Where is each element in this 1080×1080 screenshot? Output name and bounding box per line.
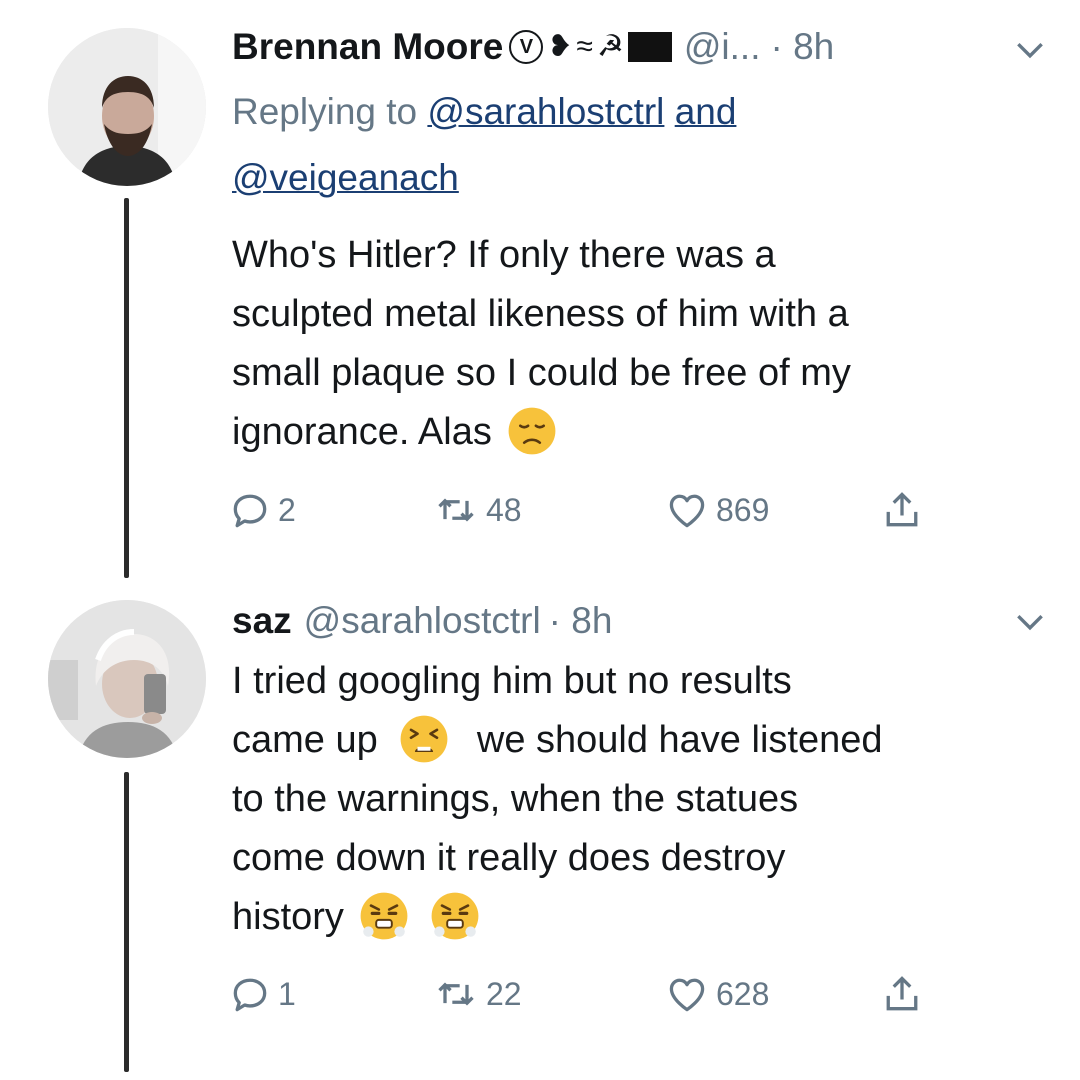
retweet-button[interactable]: 22 <box>432 972 522 1016</box>
avatar[interactable] <box>48 28 206 186</box>
handle[interactable]: @sarahlostctrl <box>304 598 541 644</box>
text-line: Who's Hitler? If only there was a <box>232 234 776 276</box>
share-icon <box>880 972 924 1016</box>
approx-icon: ≈ <box>576 30 593 63</box>
display-name[interactable]: saz <box>232 598 292 644</box>
timestamp[interactable]: · 8h <box>549 598 613 644</box>
display-name[interactable]: Brennan Moore <box>232 24 503 70</box>
share-icon <box>880 488 924 532</box>
chevron-down-icon[interactable] <box>1010 30 1050 70</box>
mention-link[interactable]: @veigeanach <box>232 157 459 198</box>
reply-icon <box>228 972 272 1016</box>
like-button[interactable]: 869 <box>664 488 769 532</box>
replying-prefix: Replying to <box>232 91 418 132</box>
text-line: small plaque so I could be free of my <box>232 352 851 394</box>
avatar-photo <box>48 28 206 186</box>
mention-link[interactable]: @sarahlostctrl <box>427 91 664 132</box>
reply-button[interactable]: 1 <box>228 972 296 1016</box>
avatar-photo <box>48 600 206 758</box>
tired-face-emoji <box>398 713 450 765</box>
text-line: sculpted metal likeness of him with a <box>232 293 849 335</box>
tweet-header: saz @sarahlostctrl · 8h <box>232 598 612 644</box>
thread-line <box>124 198 129 578</box>
reply-button[interactable]: 2 <box>228 488 296 532</box>
tweet-2[interactable]: saz @sarahlostctrl · 8h I tried googling… <box>0 580 1080 1080</box>
like-count: 628 <box>716 975 770 1012</box>
replying-to-line-2: @veigeanach <box>232 150 459 206</box>
like-button[interactable]: 628 <box>664 972 769 1016</box>
reply-icon <box>228 488 272 532</box>
text-line: history <box>232 888 1032 947</box>
heart-icon <box>664 972 710 1016</box>
thread-line <box>124 772 129 1072</box>
reply-count: 2 <box>278 491 296 528</box>
share-button[interactable] <box>880 488 930 532</box>
steam-face-emoji <box>358 890 410 942</box>
retweet-count: 48 <box>486 491 522 528</box>
tweet-text: Who's Hitler? If only there was a sculpt… <box>232 226 1032 462</box>
text-line: ignorance. Alas <box>232 403 1032 462</box>
handle[interactable]: @i... <box>684 24 761 70</box>
reply-count: 1 <box>278 975 296 1012</box>
action-bar: 2 48 869 <box>228 488 1008 538</box>
retweet-count: 22 <box>486 975 522 1012</box>
text-line: I tried googling him but no results <box>232 660 792 702</box>
and-link: and <box>674 91 737 132</box>
retweet-button[interactable]: 48 <box>432 488 522 532</box>
tweet-header: Brennan Moore V ❥ ≈ ☭ @i... · 8h <box>232 24 834 70</box>
hammer-sickle-icon: ☭ <box>596 30 624 63</box>
heart-icon <box>664 488 710 532</box>
name-badges: V ❥ ≈ ☭ <box>509 24 672 70</box>
disappointed-face-emoji <box>506 405 558 457</box>
tweet-1[interactable]: Brennan Moore V ❥ ≈ ☭ @i... · 8h Replyin… <box>0 0 1080 580</box>
verified-circle-icon: V <box>509 30 544 64</box>
like-count: 869 <box>716 491 770 528</box>
steam-face-emoji <box>429 890 481 942</box>
timestamp[interactable]: · 8h <box>771 24 835 70</box>
text-span: we should have listened <box>476 719 883 761</box>
heart-arrow-icon: ❥ <box>547 30 573 63</box>
text-line: to the warnings, when the statues <box>232 778 799 820</box>
replying-to: Replying to @sarahlostctrl and <box>232 84 736 140</box>
avatar[interactable] <box>48 600 206 758</box>
black-flag-icon <box>627 32 672 62</box>
text-span: ignorance. Alas <box>232 411 492 453</box>
text-span: history <box>232 896 344 938</box>
action-bar: 1 22 628 <box>228 972 1008 1022</box>
tweet-text: I tried googling him but no results came… <box>232 652 1032 947</box>
text-span: came up <box>232 719 378 761</box>
text-line: come down it really does destroy <box>232 837 786 879</box>
retweet-icon <box>432 972 480 1016</box>
chevron-down-icon[interactable] <box>1010 602 1050 642</box>
retweet-icon <box>432 488 480 532</box>
text-line: came up we should have listened <box>232 711 1032 770</box>
share-button[interactable] <box>880 972 930 1016</box>
